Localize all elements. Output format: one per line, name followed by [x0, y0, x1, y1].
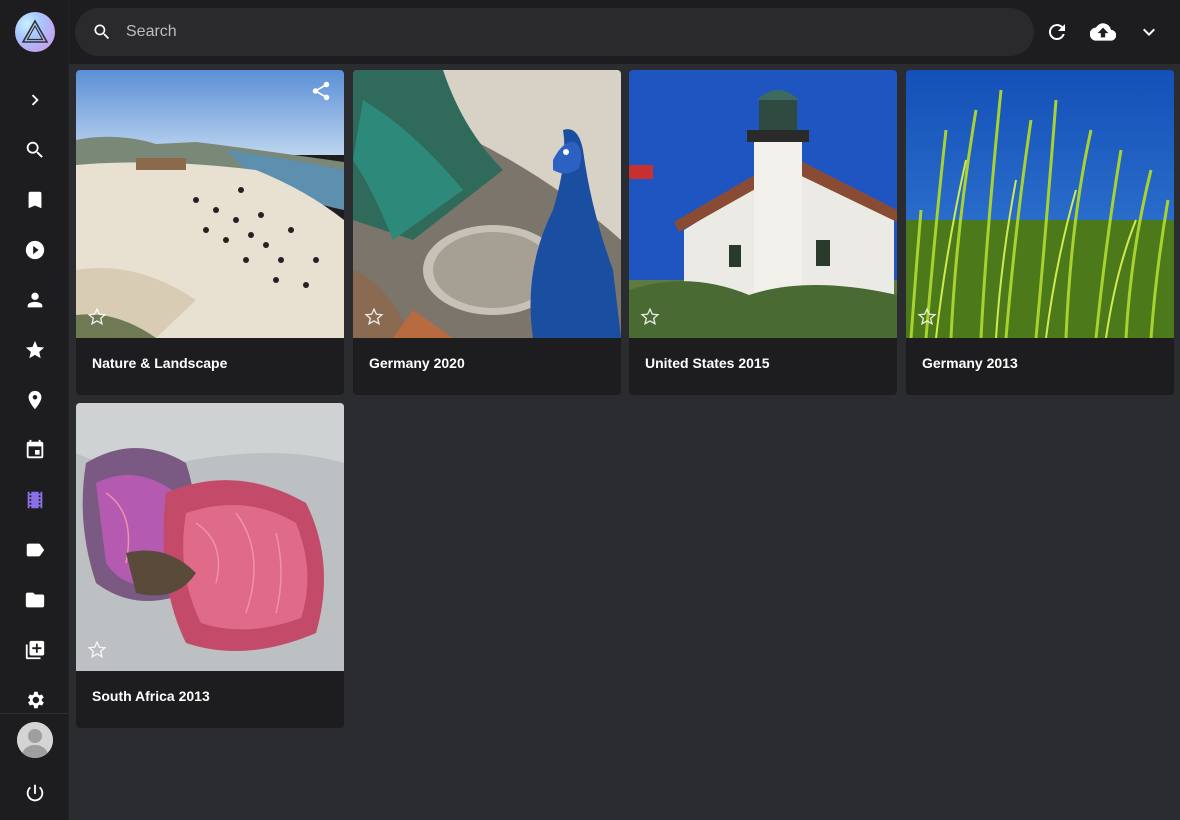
star-outline-icon — [640, 307, 660, 326]
sidebar-item-calendar[interactable] — [0, 425, 69, 475]
sidebar-item-expand[interactable] — [0, 75, 69, 125]
menu-expand-button[interactable] — [1129, 12, 1169, 52]
power-icon — [26, 784, 43, 802]
logout-button[interactable] — [0, 768, 69, 818]
album-title: South Africa 2013 — [92, 688, 210, 704]
cloud-upload-icon — [1090, 23, 1116, 41]
person-icon — [27, 292, 42, 308]
album-thumbnail — [76, 403, 344, 671]
star-outline-icon — [87, 640, 107, 659]
refresh-button[interactable] — [1037, 12, 1077, 52]
album-title: Germany 2020 — [369, 355, 465, 371]
star-outline-icon — [364, 307, 384, 326]
sidebar-item-moments[interactable] — [0, 475, 69, 525]
bookmark-icon — [28, 191, 41, 209]
calendar-icon — [26, 439, 43, 459]
sidebar-divider — [0, 713, 69, 714]
sidebar-item-settings[interactable] — [0, 675, 69, 725]
favorite-button[interactable] — [86, 639, 108, 661]
album-card[interactable]: Germany 2020 — [353, 70, 621, 395]
share-button[interactable] — [310, 80, 334, 104]
album-title: United States 2015 — [645, 355, 770, 371]
album-title: Nature & Landscape — [92, 355, 228, 371]
album-thumbnail — [629, 70, 897, 338]
album-title: Germany 2013 — [922, 355, 1018, 371]
sidebar-item-places[interactable] — [0, 375, 69, 425]
chevron-right-icon — [31, 94, 39, 106]
sidebar-item-library[interactable] — [0, 625, 69, 675]
logo-icon — [14, 12, 55, 52]
album-card[interactable]: South Africa 2013 — [76, 403, 344, 728]
search-input[interactable] — [126, 23, 1006, 41]
film-icon — [27, 491, 42, 509]
folder-icon — [25, 592, 44, 608]
search-icon — [94, 24, 110, 40]
album-thumbnail — [76, 70, 344, 338]
chevron-down-icon — [1143, 28, 1155, 36]
album-card[interactable]: United States 2015 — [629, 70, 897, 395]
star-icon — [25, 340, 44, 359]
sidebar-item-bookmarks[interactable] — [0, 175, 69, 225]
avatar[interactable] — [17, 722, 53, 758]
gear-icon — [27, 691, 44, 709]
sidebar-item-videos[interactable] — [0, 225, 69, 275]
label-icon — [26, 543, 44, 557]
star-outline-icon — [87, 307, 107, 326]
sidebar — [0, 0, 69, 820]
top-bar — [69, 0, 1180, 64]
favorite-button[interactable] — [86, 306, 108, 328]
sidebar-item-people[interactable] — [0, 275, 69, 325]
album-thumbnail — [353, 70, 621, 338]
search-icon — [26, 141, 43, 158]
play-circle-icon — [25, 240, 44, 260]
share-icon — [312, 81, 330, 101]
star-outline-icon — [917, 307, 937, 326]
app-logo[interactable] — [0, 0, 69, 64]
refresh-icon — [1048, 24, 1065, 41]
search-bar[interactable] — [75, 8, 1034, 56]
sidebar-item-labels[interactable] — [0, 525, 69, 575]
upload-button[interactable] — [1083, 12, 1123, 52]
library-icon — [25, 640, 44, 660]
location-pin-icon — [28, 390, 41, 410]
album-card[interactable]: Germany 2013 — [906, 70, 1174, 395]
album-card[interactable]: Nature & Landscape — [76, 70, 344, 395]
album-thumbnail — [906, 70, 1174, 338]
sidebar-item-favorites[interactable] — [0, 325, 69, 375]
sidebar-item-folders[interactable] — [0, 575, 69, 625]
sidebar-item-search[interactable] — [0, 125, 69, 175]
favorite-button[interactable] — [639, 306, 661, 328]
favorite-button[interactable] — [363, 306, 385, 328]
favorite-button[interactable] — [916, 306, 938, 328]
